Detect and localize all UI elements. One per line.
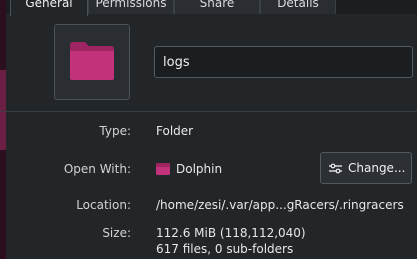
folder-icon — [70, 42, 114, 80]
tab-details[interactable]: Details — [260, 0, 336, 14]
location-label: Location: — [76, 198, 131, 212]
tab-general[interactable]: General — [10, 0, 88, 16]
tab-share[interactable]: Share — [174, 0, 260, 14]
settings-sliders-icon — [329, 163, 342, 174]
location-value: /home/zesi/.var/app...gRacers/.ringracer… — [156, 198, 404, 212]
window-edge-accent — [0, 70, 6, 150]
type-label: Type: — [99, 124, 131, 138]
type-value: Folder — [156, 124, 194, 138]
name-field[interactable] — [154, 46, 413, 78]
size-value: 112.6 MiB (118,112,040) — [156, 226, 306, 240]
dolphin-icon — [156, 163, 170, 175]
open-with-app: Dolphin — [176, 162, 223, 176]
divider — [0, 111, 417, 112]
folder-icon-button[interactable] — [54, 24, 130, 100]
size-label: Size: — [102, 226, 131, 240]
properties-dialog: General Permissions Share Details Type: … — [0, 0, 417, 259]
tab-permissions[interactable]: Permissions — [88, 0, 174, 14]
change-button-label: Change... — [348, 161, 406, 175]
size-detail: 617 files, 0 sub-folders — [156, 242, 294, 256]
open-with-label: Open With: — [63, 162, 131, 176]
change-button[interactable]: Change... — [320, 152, 412, 184]
